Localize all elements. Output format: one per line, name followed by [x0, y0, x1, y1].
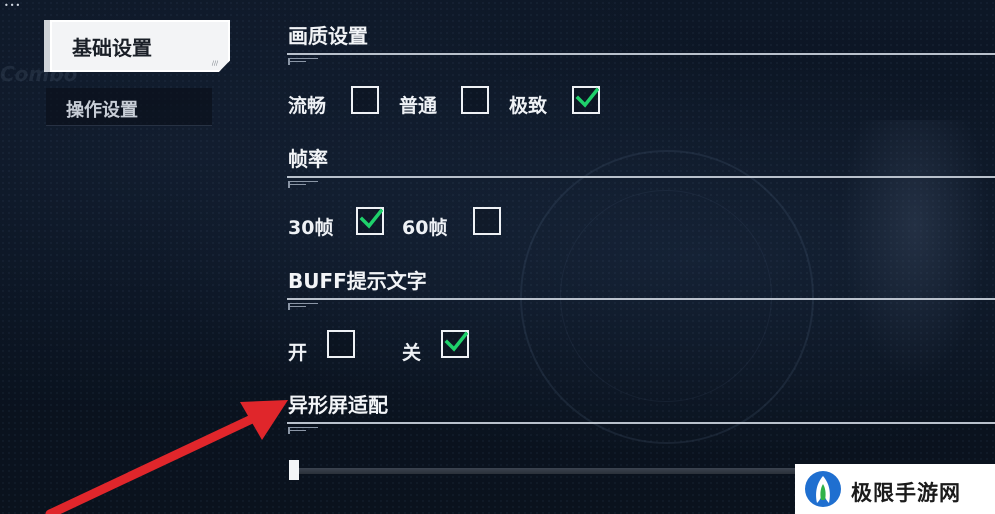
tab-control-settings[interactable]: 操作设置 — [46, 88, 212, 126]
section-title-quality: 画质设置 — [288, 24, 368, 48]
checkbox-normal[interactable] — [461, 86, 489, 114]
section-divider-quality — [287, 53, 995, 55]
option-label-extreme: 极致 — [509, 95, 548, 117]
tab-control-settings-label: 操作设置 — [66, 100, 138, 121]
site-logo-icon — [805, 471, 841, 507]
section-divider-buff-text — [287, 298, 995, 300]
section-title-buff-text: BUFF提示文字 — [288, 269, 427, 293]
checkmark-icon — [444, 331, 468, 352]
checkbox-off[interactable] — [441, 330, 469, 358]
settings-screen: ••• Combo 基础设置 /// 操作设置 画质设置 流畅 普通 极致 帧率… — [0, 0, 995, 514]
checkbox-extreme[interactable] — [572, 86, 600, 114]
checkmark-icon — [359, 208, 383, 229]
checkbox-smooth[interactable] — [351, 86, 379, 114]
option-label-30fps: 30帧 — [288, 217, 334, 239]
divider-tick-icon — [288, 181, 328, 189]
checkbox-30fps[interactable] — [356, 207, 384, 235]
top-indicator: ••• — [4, 1, 22, 10]
divider-tick-icon — [288, 58, 328, 66]
site-watermark-text: 极限手游网 — [851, 480, 961, 505]
section-divider-notch-adapt — [287, 422, 995, 424]
option-label-smooth: 流畅 — [288, 95, 327, 117]
tab-basic-settings[interactable]: 基础设置 /// — [44, 20, 230, 72]
tab-basic-settings-tag: /// — [211, 60, 218, 67]
section-divider-framerate — [287, 176, 995, 178]
option-label-normal: 普通 — [399, 95, 438, 117]
annotation-arrow-icon — [45, 400, 288, 514]
option-label-on: 开 — [288, 342, 308, 364]
section-title-notch-adapt: 异形屏适配 — [288, 393, 388, 417]
option-label-60fps: 60帧 — [402, 217, 448, 239]
divider-tick-icon — [288, 303, 328, 311]
checkbox-60fps[interactable] — [473, 207, 501, 235]
checkbox-on[interactable] — [327, 330, 355, 358]
section-title-framerate: 帧率 — [288, 147, 328, 171]
checkmark-icon — [575, 87, 599, 108]
site-watermark: 极限手游网 — [795, 464, 995, 514]
tab-basic-settings-label: 基础设置 — [72, 36, 152, 60]
option-label-off: 关 — [402, 342, 422, 364]
